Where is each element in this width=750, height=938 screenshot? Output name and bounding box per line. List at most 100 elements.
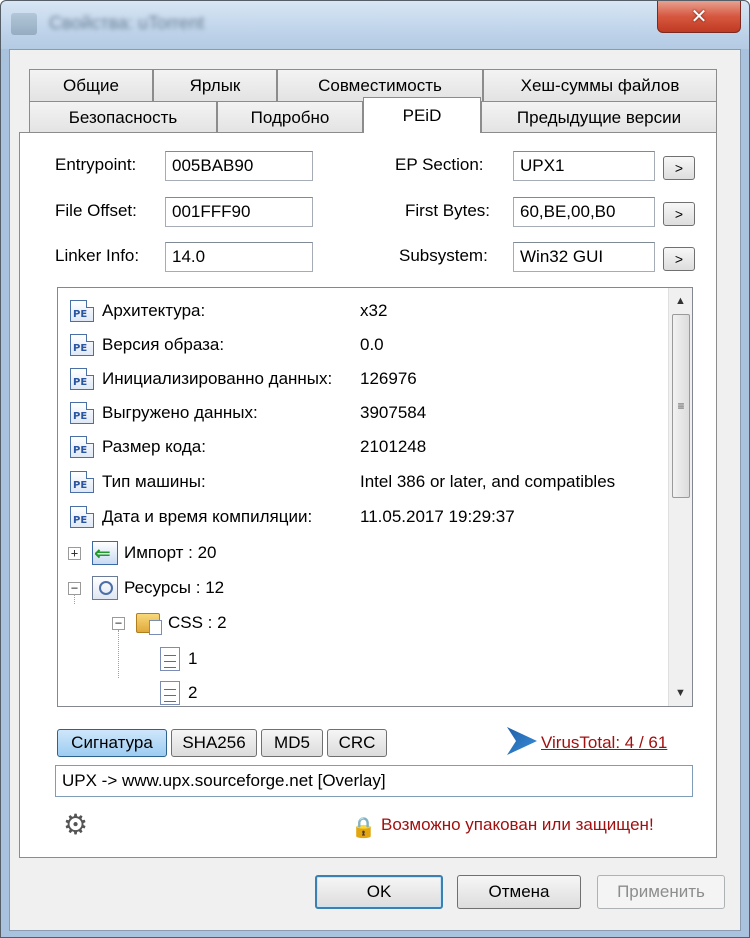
linker-info-label: Linker Info: — [55, 246, 140, 265]
tree-node-css[interactable]: − CSS : 2 — [58, 606, 678, 640]
cancel-button[interactable]: Отмена — [457, 875, 581, 909]
pe-info-tree[interactable]: PE Архитектура: x32 PE Версия образа: 0.… — [57, 287, 693, 707]
tab-label: Хеш-суммы файлов — [520, 75, 680, 95]
tab-details[interactable]: Подробно — [217, 101, 363, 133]
packed-warning-text: Возможно упакован или защищен! — [381, 815, 654, 834]
tree-prop-value: 0.0 — [360, 335, 384, 354]
tree-row-machine-type[interactable]: PE Тип машины: Intel 386 or later, and c… — [58, 465, 678, 499]
tree-row-architecture[interactable]: PE Архитектура: x32 — [58, 294, 678, 328]
linker-info-field[interactable]: 14.0 — [165, 242, 313, 272]
tab-label: Предыдущие версии — [516, 107, 682, 127]
tab-label: Общие — [63, 75, 119, 95]
ep-section-label: EP Section: — [395, 155, 484, 174]
entrypoint-field[interactable]: 005BAB90 — [165, 151, 313, 181]
file-offset-field[interactable]: 001FFF90 — [165, 197, 313, 227]
tree-row-initialized-data[interactable]: PE Инициализированно данных: 126976 — [58, 362, 678, 396]
close-button[interactable]: ✕ — [657, 1, 741, 33]
tree-prop-value: 2101248 — [360, 437, 427, 456]
tree-prop-value: 11.05.2017 19:29:37 — [360, 507, 515, 526]
tree-row-image-version[interactable]: PE Версия образа: 0.0 — [58, 328, 678, 362]
crc-button[interactable]: CRC — [327, 729, 387, 757]
pe-icon: PE — [70, 334, 94, 356]
tree-prop-name: Выгружено данных: — [102, 403, 258, 422]
subsystem-more-button[interactable]: > — [663, 247, 695, 271]
collapse-minus-icon[interactable]: − — [112, 617, 125, 630]
tree-leaf-label: 2 — [188, 683, 198, 702]
ep-section-field[interactable]: UPX1 — [513, 151, 655, 181]
signature-field[interactable]: UPX -> www.upx.sourceforge.net [Overlay] — [55, 765, 693, 797]
title-bar[interactable]: Свойства: uTorrent ✕ — [1, 1, 749, 49]
tab-label: PEiD — [402, 105, 442, 125]
tab-label: Ярлык — [189, 75, 241, 95]
tree-prop-value: Intel 386 or later, and compatibles — [360, 472, 616, 491]
pe-icon: PE — [70, 471, 94, 493]
sha256-button[interactable]: SHA256 — [171, 729, 257, 757]
resources-icon — [92, 576, 118, 600]
first-bytes-more-button[interactable]: > — [663, 202, 695, 226]
pe-icon: PE — [70, 300, 94, 322]
tree-node-label: Импорт : 20 — [124, 543, 217, 562]
tree-prop-value: 3907584 — [360, 403, 427, 422]
first-bytes-label: First Bytes: — [405, 201, 491, 220]
pe-icon: PE — [70, 436, 94, 458]
entrypoint-label: Entrypoint: — [55, 155, 137, 174]
scroll-thumb[interactable]: ≡ — [672, 314, 690, 498]
tab-security[interactable]: Безопасность — [29, 101, 217, 133]
tree-row-compile-date[interactable]: PE Дата и время компиляции: 11.05.2017 1… — [58, 500, 678, 534]
tree-scrollbar[interactable]: ▲ ≡ ▼ — [668, 288, 692, 706]
tree-prop-name: Версия образа: — [102, 335, 225, 354]
gear-icon[interactable]: ⚙ — [63, 811, 91, 839]
tab-shortcut[interactable]: Ярлык — [153, 69, 277, 101]
tab-general[interactable]: Общие — [29, 69, 153, 101]
properties-window: Свойства: uTorrent ✕ Общие Ярлык Совмест… — [0, 0, 750, 938]
scroll-down-arrow-icon[interactable]: ▼ — [669, 682, 692, 704]
tree-leaf-css-2[interactable]: 2 — [58, 676, 678, 706]
chevron-right-icon: > — [674, 206, 684, 222]
tree-prop-name: Тип машины: — [102, 472, 206, 491]
tree-leaf-css-1[interactable]: 1 — [58, 642, 678, 676]
tree-node-import[interactable]: + Импорт : 20 — [58, 536, 678, 570]
chevron-right-icon: > — [674, 251, 684, 267]
expand-plus-icon[interactable]: + — [68, 547, 81, 560]
tab-label: Безопасность — [68, 107, 178, 127]
subsystem-label: Subsystem: — [399, 246, 488, 265]
tab-label: Подробно — [250, 107, 330, 127]
ep-section-more-button[interactable]: > — [663, 156, 695, 180]
virustotal-link[interactable]: VirusTotal: 4 / 61 — [541, 733, 667, 753]
tree-prop-value: x32 — [360, 301, 388, 320]
lock-icon: 🔒 — [351, 815, 376, 839]
tree-node-resources[interactable]: − Ресурсы : 12 — [58, 571, 678, 605]
pe-icon: PE — [70, 402, 94, 424]
tree-prop-name: Дата и время компиляции: — [102, 507, 313, 526]
document-icon — [160, 681, 180, 705]
tab-file-hashes[interactable]: Хеш-суммы файлов — [483, 69, 717, 101]
tree-node-label: CSS : 2 — [168, 613, 227, 632]
tree-prop-name: Размер кода: — [102, 437, 206, 456]
tab-peid[interactable]: PEiD — [363, 97, 481, 133]
md5-button[interactable]: MD5 — [261, 729, 323, 757]
apply-button[interactable]: Применить — [597, 875, 725, 909]
subsystem-field[interactable]: Win32 GUI — [513, 242, 655, 272]
tree-row-uninitialized-data[interactable]: PE Выгружено данных: 3907584 — [58, 396, 678, 430]
tree-node-label: Ресурсы : 12 — [124, 578, 225, 597]
app-icon — [11, 13, 37, 35]
tree-prop-name: Архитектура: — [102, 301, 206, 320]
window-title: Свойства: uTorrent — [49, 13, 205, 33]
file-offset-label: File Offset: — [55, 201, 137, 220]
chevron-right-icon: > — [674, 160, 684, 176]
tab-previous-versions[interactable]: Предыдущие версии — [481, 101, 717, 133]
signature-button[interactable]: Сигнатура — [57, 729, 167, 757]
grip-icon: ≡ — [677, 399, 685, 413]
scroll-up-arrow-icon[interactable]: ▲ — [669, 290, 692, 312]
first-bytes-field[interactable]: 60,BE,00,B0 — [513, 197, 655, 227]
close-icon: ✕ — [690, 6, 708, 28]
tree-prop-name: Инициализированно данных: — [102, 369, 333, 388]
document-icon — [160, 647, 180, 671]
import-icon — [92, 541, 118, 565]
tree-row-code-size[interactable]: PE Размер кода: 2101248 — [58, 430, 678, 464]
ok-button[interactable]: OK — [315, 875, 443, 909]
tree-connector — [74, 594, 75, 604]
folder-icon — [136, 613, 162, 635]
tree-leaf-label: 1 — [188, 649, 198, 668]
tab-label: Совместимость — [318, 75, 442, 95]
